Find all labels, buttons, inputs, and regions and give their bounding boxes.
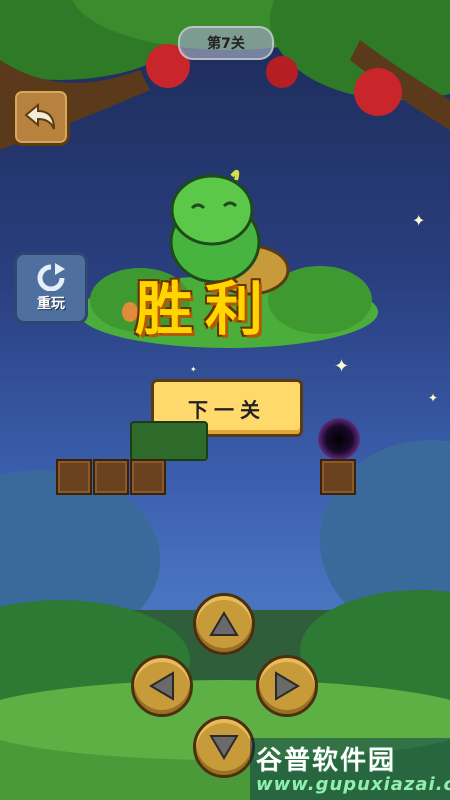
sparkle-star: ✦ bbox=[190, 365, 197, 374]
level-indicator: 第7关 bbox=[178, 26, 274, 60]
sparkle-star: ✦ bbox=[428, 391, 438, 405]
apple bbox=[354, 68, 402, 116]
caterpillar-head bbox=[170, 174, 254, 246]
next-level-label: 下一关 bbox=[188, 397, 266, 422]
dirt-block bbox=[130, 459, 166, 495]
right-arrow-icon bbox=[275, 671, 300, 701]
dirt-block bbox=[320, 459, 356, 495]
watermark-name: 谷普软件园 bbox=[256, 746, 397, 776]
level-label: 第7关 bbox=[207, 36, 245, 52]
back-button[interactable] bbox=[12, 88, 70, 146]
dpad-down-button[interactable] bbox=[193, 716, 255, 778]
dpad-right-button[interactable] bbox=[256, 655, 318, 717]
watermark-url: www.gupuxiazai.com bbox=[256, 774, 450, 795]
dpad-left-button[interactable] bbox=[131, 655, 193, 717]
back-arrow-icon bbox=[24, 103, 55, 130]
restart-label: 重玩 bbox=[37, 296, 65, 312]
sparkle-star: ✦ bbox=[412, 211, 425, 230]
dirt-block bbox=[93, 459, 129, 495]
sparkle-star: ✦ bbox=[334, 356, 349, 377]
dpad-up-button[interactable] bbox=[193, 593, 255, 655]
restart-button[interactable]: 重玩 bbox=[14, 252, 88, 324]
game-scene: ✦ ✦ ✦ ✦ 第7关 重玩 胜利 下一关 谷普软件园 www.gupuxiaz… bbox=[0, 0, 450, 800]
apple bbox=[266, 56, 298, 88]
down-arrow-icon bbox=[209, 735, 239, 760]
left-arrow-icon bbox=[149, 671, 174, 701]
caterpillar-antenna bbox=[230, 169, 240, 181]
portal-hole bbox=[318, 418, 360, 460]
grass-block bbox=[130, 421, 208, 461]
up-arrow-icon bbox=[209, 611, 239, 636]
victory-title: 胜利 bbox=[135, 275, 276, 343]
watermark: 谷普软件园 www.gupuxiazai.com bbox=[250, 738, 450, 800]
restart-icon bbox=[37, 263, 65, 291]
dirt-block bbox=[56, 459, 92, 495]
